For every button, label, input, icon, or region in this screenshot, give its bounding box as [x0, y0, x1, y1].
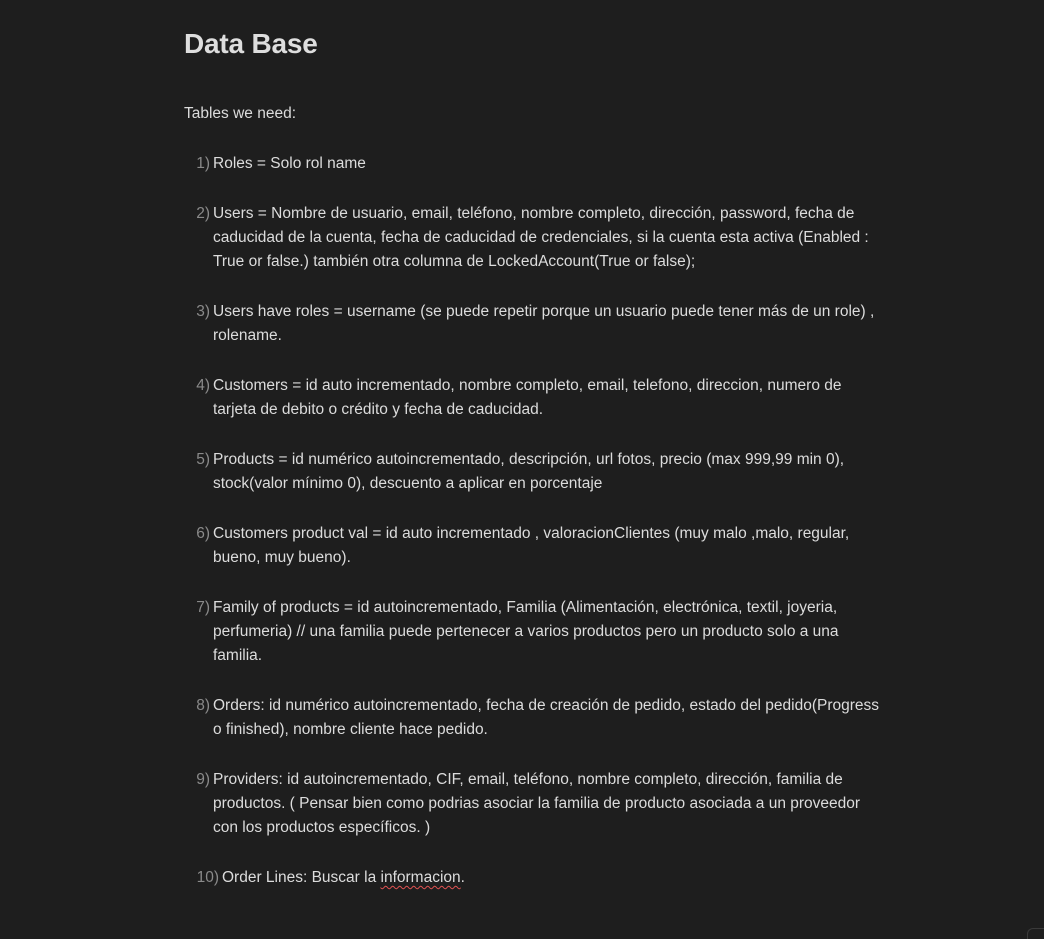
- list-item-users[interactable]: 2) Users = Nombre de usuario, email, tel…: [184, 202, 884, 274]
- list-item-text-part: Order Lines: Buscar la: [222, 869, 381, 886]
- list-item-text[interactable]: Customers product val = id auto incremen…: [213, 522, 884, 570]
- list-item-users-have-roles[interactable]: 3) Users have roles = username (se puede…: [184, 300, 884, 348]
- list-item-text[interactable]: Providers: id autoincrementado, CIF, ema…: [213, 768, 884, 840]
- list-item-text[interactable]: Family of products = id autoincrementado…: [213, 596, 884, 668]
- list-number: 4): [196, 377, 210, 394]
- list-item-text[interactable]: Users = Nombre de usuario, email, teléfo…: [213, 202, 884, 274]
- list-item-text[interactable]: Users have roles = username (se puede re…: [213, 300, 884, 348]
- list-item-customers-product-val[interactable]: 6) Customers product val = id auto incre…: [184, 522, 884, 570]
- list-number: 2): [196, 205, 210, 222]
- list-item-text[interactable]: Products = id numérico autoincrementado,…: [213, 448, 884, 496]
- list-number: 5): [196, 451, 210, 468]
- list-item-text[interactable]: Customers = id auto incrementado, nombre…: [213, 374, 884, 422]
- misspelled-word[interactable]: informacion: [381, 869, 461, 886]
- list-item-roles[interactable]: 1) Roles = Solo rol name: [184, 152, 884, 176]
- list-number: 10): [196, 869, 219, 886]
- list-number: 3): [196, 303, 210, 320]
- list-item-products[interactable]: 5) Products = id numérico autoincrementa…: [184, 448, 884, 496]
- list-item-order-lines[interactable]: 10) Order Lines: Buscar la informacion.: [184, 866, 884, 890]
- list-item-text[interactable]: Roles = Solo rol name: [213, 152, 884, 176]
- page-title[interactable]: Data Base: [184, 28, 318, 60]
- list-number: 6): [196, 525, 210, 542]
- resize-corner[interactable]: [1027, 928, 1044, 939]
- list-number: 1): [196, 155, 210, 172]
- list-item-customers[interactable]: 4) Customers = id auto incrementado, nom…: [184, 374, 884, 422]
- list-item-family-of-products[interactable]: 7) Family of products = id autoincrement…: [184, 596, 884, 668]
- list-item-text[interactable]: Order Lines: Buscar la informacion.: [222, 866, 884, 890]
- list-number: 9): [196, 771, 210, 788]
- intro-paragraph[interactable]: Tables we need:: [184, 104, 296, 124]
- list-number: 8): [196, 697, 210, 714]
- list-number: 7): [196, 599, 210, 616]
- list-item-providers[interactable]: 9) Providers: id autoincrementado, CIF, …: [184, 768, 884, 840]
- tables-list: 1) Roles = Solo rol name 2) Users = Nomb…: [184, 152, 884, 916]
- list-item-text-part: .: [460, 869, 465, 886]
- list-item-orders[interactable]: 8) Orders: id numérico autoincrementado,…: [184, 694, 884, 742]
- list-item-text[interactable]: Orders: id numérico autoincrementado, fe…: [213, 694, 884, 742]
